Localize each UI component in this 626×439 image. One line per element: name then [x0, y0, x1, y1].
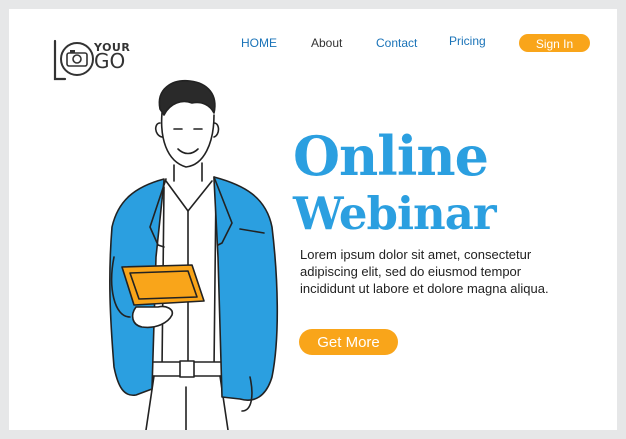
nav-home-link[interactable]: HOME [241, 36, 277, 50]
get-more-button[interactable]: Get More [299, 329, 398, 355]
man-with-tablet-illustration [109, 80, 279, 430]
hero-title-line-1: Online [293, 124, 489, 188]
nav-about-link[interactable]: About [311, 36, 342, 50]
nav-pricing-link[interactable]: Pricing [449, 34, 486, 48]
hero-title-line-2: Webinar [293, 187, 497, 240]
nav-contact-link[interactable]: Contact [376, 36, 417, 50]
logo-text-go: GO [94, 49, 126, 73]
sign-in-button[interactable]: Sign In [519, 34, 590, 52]
hero-description: Lorem ipsum dolor sit amet, consectetur … [300, 247, 549, 296]
landing-page: YOUR GO HOME About Contact Pricing Sign … [9, 9, 617, 430]
